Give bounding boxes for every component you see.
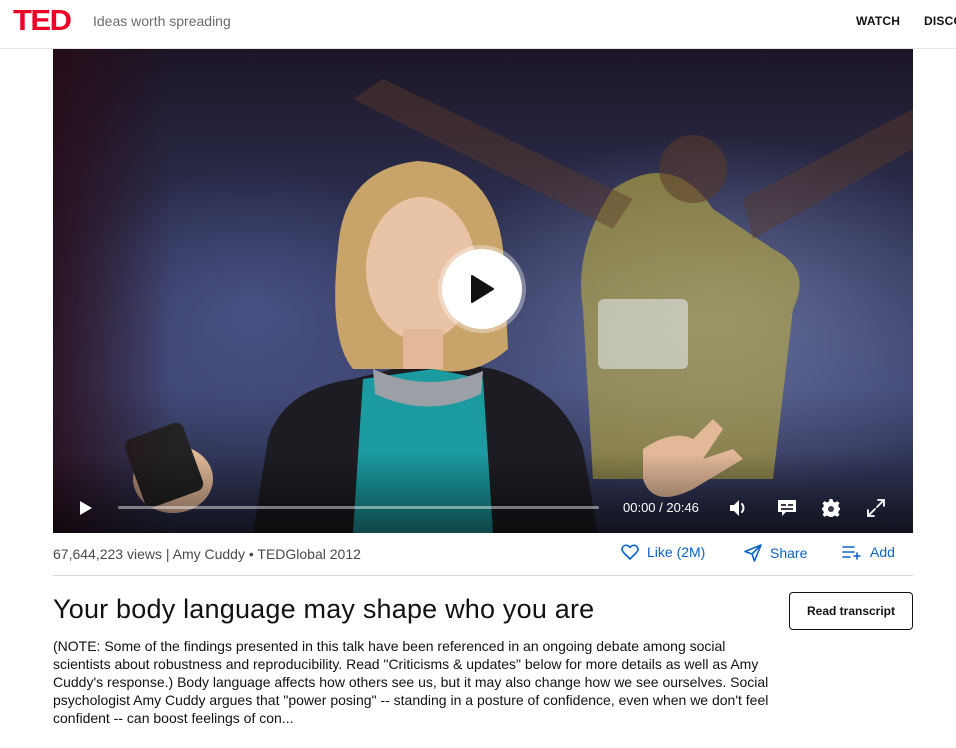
fullscreen-button[interactable] xyxy=(864,496,888,520)
heart-icon xyxy=(621,544,639,560)
gear-icon xyxy=(822,499,840,517)
talk-meta: 67,644,223 views | Amy Cuddy • TEDGlobal… xyxy=(53,546,361,562)
progress-bar[interactable] xyxy=(118,506,599,509)
volume-button[interactable] xyxy=(727,496,751,520)
site-header: TED Ideas worth spreading WATCH DISCO xyxy=(0,0,956,49)
captions-button[interactable] xyxy=(775,496,799,520)
fullscreen-icon xyxy=(867,499,885,517)
nav-discover[interactable]: DISCO xyxy=(924,14,956,28)
time-display: 00:00 / 20:46 xyxy=(623,500,699,515)
ted-logo[interactable]: TED xyxy=(13,6,72,35)
play-icon xyxy=(80,501,92,515)
send-icon xyxy=(744,544,762,562)
player-controls: 00:00 / 20:46 xyxy=(53,483,913,533)
big-play-button[interactable] xyxy=(442,249,522,329)
captions-icon xyxy=(778,500,796,516)
talk-title: Your body language may shape who you are xyxy=(53,594,595,624)
nav-watch[interactable]: WATCH xyxy=(856,14,900,28)
settings-button[interactable] xyxy=(819,496,843,520)
playlist-add-icon xyxy=(842,546,861,560)
add-to-list-button[interactable]: Add xyxy=(842,544,895,560)
volume-icon xyxy=(730,500,745,516)
read-transcript-button[interactable]: Read transcript xyxy=(789,592,913,630)
share-button[interactable]: Share xyxy=(744,544,807,562)
share-label: Share xyxy=(770,545,808,561)
talk-meta-row: 67,644,223 views | Amy Cuddy • TEDGlobal… xyxy=(53,533,913,576)
talk-description: (NOTE: Some of the findings presented in… xyxy=(53,638,769,726)
tagline: Ideas worth spreading xyxy=(93,13,231,29)
add-label: Add xyxy=(870,544,895,560)
like-label: Like (2M) xyxy=(647,544,706,560)
play-icon xyxy=(471,275,494,303)
like-button[interactable]: Like (2M) xyxy=(621,544,705,560)
video-player[interactable]: 00:00 / 20:46 xyxy=(53,49,913,533)
play-button[interactable] xyxy=(75,497,97,519)
